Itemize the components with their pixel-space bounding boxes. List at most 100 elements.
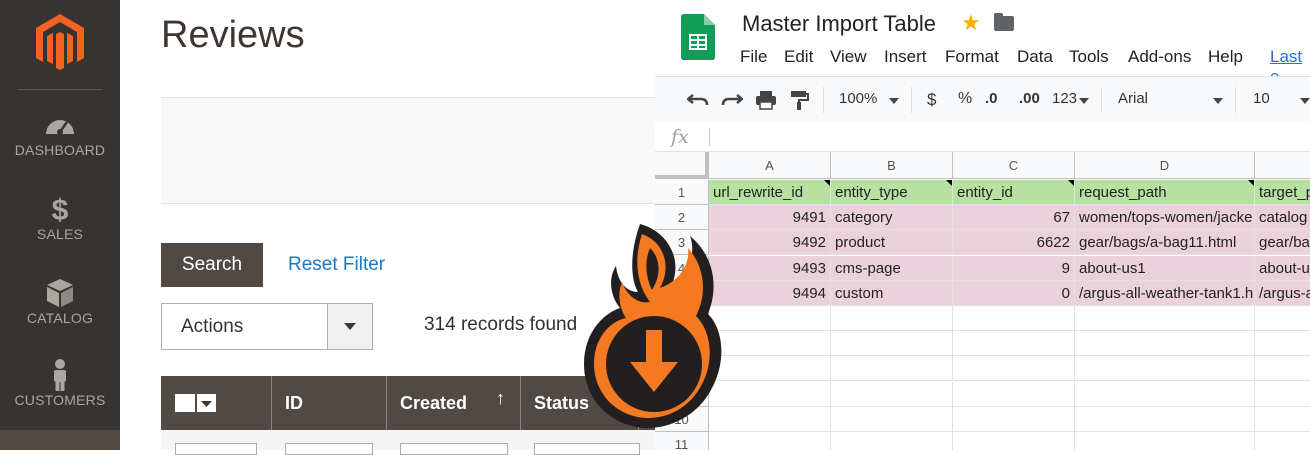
filter-field[interactable] xyxy=(534,443,640,455)
menu-format[interactable]: Format xyxy=(945,47,999,67)
sheet-cell[interactable] xyxy=(953,432,1075,450)
filter-field[interactable] xyxy=(285,443,373,455)
sheet-cell[interactable] xyxy=(831,381,953,407)
percent-format-button[interactable]: % xyxy=(958,90,972,108)
actions-select[interactable]: Actions xyxy=(161,303,373,350)
sheet-cell[interactable] xyxy=(1075,432,1255,450)
sheet-cell[interactable] xyxy=(953,306,1075,331)
column-header-e[interactable] xyxy=(1255,152,1310,179)
column-header-b[interactable]: B xyxy=(831,152,953,179)
document-title[interactable]: Master Import Table xyxy=(742,11,936,37)
star-icon[interactable]: ★ xyxy=(961,10,981,36)
select-all-corner[interactable] xyxy=(655,152,709,179)
sheet-cell[interactable]: gear/bags/a-bag11.html xyxy=(1075,230,1255,256)
filter-field[interactable] xyxy=(400,443,508,455)
sheet-cell[interactable] xyxy=(1075,381,1255,407)
sheet-cell[interactable] xyxy=(1255,306,1310,331)
sheet-cell[interactable] xyxy=(1255,331,1310,357)
sheet-cell[interactable] xyxy=(831,432,953,450)
sheet-cell[interactable]: catalog xyxy=(1255,205,1310,231)
sheet-cell[interactable]: 67 xyxy=(953,205,1075,231)
sheet-cell[interactable]: 0 xyxy=(953,280,1075,306)
mass-select-column[interactable] xyxy=(161,376,272,430)
menu-help[interactable]: Help xyxy=(1208,47,1243,67)
row-header[interactable]: 1 xyxy=(655,180,709,205)
sheet-cell[interactable] xyxy=(831,406,953,432)
column-header-created[interactable]: Created ↑ xyxy=(386,376,521,430)
sheet-cell[interactable] xyxy=(1075,306,1255,331)
sheet-cell[interactable]: women/tops-women/jacke xyxy=(1075,205,1255,231)
print-icon[interactable] xyxy=(755,90,777,110)
sheet-cell[interactable]: target_p xyxy=(1255,180,1310,205)
decrease-decimal-button[interactable]: .0 xyxy=(985,90,998,107)
folder-icon[interactable] xyxy=(994,13,1014,31)
sheet-cell[interactable] xyxy=(831,356,953,382)
sidebar-item-sales[interactable]: $ SALES xyxy=(0,192,120,242)
zoom-select[interactable]: 100% xyxy=(839,90,877,107)
sheet-cell[interactable]: category xyxy=(831,205,953,231)
sheet-cell[interactable] xyxy=(953,356,1075,382)
menu-file[interactable]: File xyxy=(740,47,767,67)
menu-data[interactable]: Data xyxy=(1017,47,1053,67)
column-header-d[interactable]: D xyxy=(1075,152,1255,179)
currency-format-button[interactable]: $ xyxy=(927,90,936,110)
sheet-cell[interactable]: url_rewrite_id xyxy=(709,180,831,205)
sheet-cell[interactable] xyxy=(1255,407,1310,432)
column-header-a[interactable]: A xyxy=(709,152,831,179)
more-formats-button[interactable]: 123 xyxy=(1052,90,1077,107)
chevron-down-icon[interactable] xyxy=(327,304,372,349)
chevron-down-icon[interactable] xyxy=(889,98,899,104)
sheet-cell[interactable]: request_path xyxy=(1075,180,1255,205)
sheets-logo-icon[interactable] xyxy=(681,14,715,60)
menu-edit[interactable]: Edit xyxy=(784,47,813,67)
sheet-cell[interactable] xyxy=(953,331,1075,357)
sidebar-item-active[interactable] xyxy=(0,430,120,450)
sidebar-item-catalog[interactable]: CATALOG xyxy=(0,276,120,326)
column-header-id[interactable]: ID xyxy=(271,376,387,430)
sheet-cell[interactable]: gear/ba xyxy=(1255,230,1310,256)
font-select[interactable]: Arial xyxy=(1118,90,1148,107)
chevron-down-icon[interactable] xyxy=(1213,98,1223,104)
menu-view[interactable]: View xyxy=(830,47,867,67)
sheet-cell[interactable]: entity_id xyxy=(953,180,1075,205)
chevron-down-icon[interactable] xyxy=(1300,98,1310,104)
menu-addons[interactable]: Add-ons xyxy=(1128,47,1191,67)
column-header-c[interactable]: C xyxy=(953,152,1075,179)
sheet-cell[interactable]: product xyxy=(831,230,953,256)
sheet-cell[interactable] xyxy=(1255,356,1310,382)
sheet-cell[interactable]: 6622 xyxy=(953,230,1075,256)
sheet-cell[interactable]: 9 xyxy=(953,255,1075,281)
menu-insert[interactable]: Insert xyxy=(884,47,927,67)
row-header[interactable]: 11 xyxy=(655,432,709,450)
search-button[interactable]: Search xyxy=(161,243,263,287)
chevron-down-icon[interactable] xyxy=(1079,98,1089,104)
sheet-cell[interactable] xyxy=(1255,382,1310,407)
sidebar-item-dashboard[interactable]: DASHBOARD xyxy=(0,108,120,158)
mass-select-checkbox[interactable] xyxy=(175,394,195,412)
sheet-cell[interactable]: custom xyxy=(831,280,953,306)
sheet-cell[interactable] xyxy=(831,331,953,357)
magento-logo[interactable] xyxy=(34,12,86,72)
sheet-cell[interactable] xyxy=(831,306,953,331)
sheet-cell[interactable]: /argus-all-weather-tank1.h xyxy=(1075,280,1255,306)
filter-field[interactable] xyxy=(175,443,257,455)
font-size-select[interactable]: 10 xyxy=(1253,90,1270,107)
undo-icon[interactable] xyxy=(687,91,709,109)
chevron-down-icon[interactable] xyxy=(197,394,216,412)
sheet-cell[interactable]: about-us1 xyxy=(1075,255,1255,281)
sheet-cell[interactable]: /argus-a xyxy=(1255,280,1310,306)
sidebar-item-customers[interactable]: CUSTOMERS xyxy=(0,358,120,408)
increase-decimal-button[interactable]: .00 xyxy=(1019,90,1040,107)
paint-format-icon[interactable] xyxy=(789,90,809,110)
sheet-cell[interactable] xyxy=(1075,331,1255,357)
sheet-cell[interactable]: about-u xyxy=(1255,255,1310,281)
sheet-cell[interactable] xyxy=(953,381,1075,407)
sheet-cell[interactable] xyxy=(953,406,1075,432)
formula-bar[interactable]: fx xyxy=(655,123,1310,152)
redo-icon[interactable] xyxy=(721,91,743,109)
menu-tools[interactable]: Tools xyxy=(1069,47,1109,67)
sheet-cell[interactable]: cms-page xyxy=(831,255,953,281)
sheet-cell[interactable] xyxy=(1075,356,1255,382)
sheet-cell[interactable]: entity_type xyxy=(831,180,953,205)
sheet-cell[interactable] xyxy=(1255,432,1310,450)
